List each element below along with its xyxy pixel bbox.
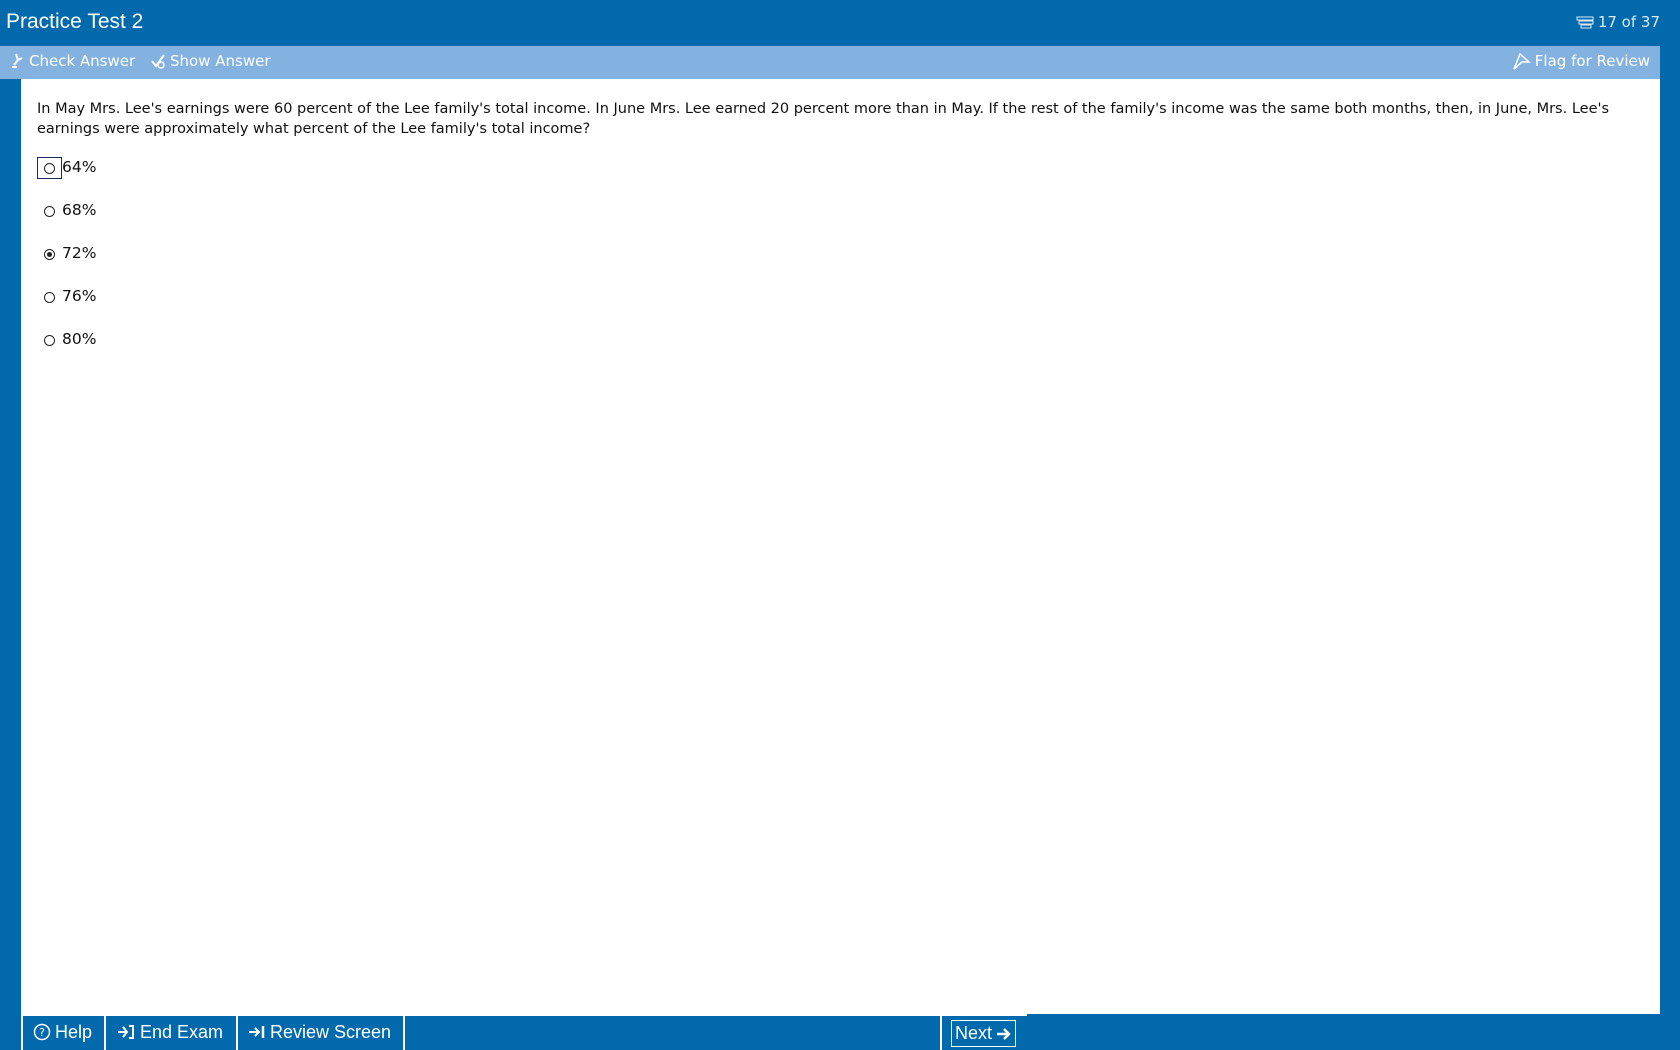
progress-text: 17 of 37 xyxy=(1597,13,1660,31)
check-answer-label: Check Answer xyxy=(29,52,136,70)
radio-button[interactable] xyxy=(37,157,62,179)
review-screen-icon xyxy=(248,1023,266,1041)
choice-64[interactable]: 64% xyxy=(37,157,96,200)
choice-label: 80% xyxy=(62,330,97,348)
choice-76[interactable]: 76% xyxy=(37,286,96,329)
review-screen-label: Review Screen xyxy=(270,1021,392,1042)
window-title: Practice Test 2 xyxy=(6,10,144,33)
check-answer-icon xyxy=(10,52,26,70)
end-exam-label: End Exam xyxy=(140,1021,224,1042)
help-button[interactable]: ? Help xyxy=(21,1014,104,1050)
check-answer-button[interactable]: Check Answer xyxy=(10,52,135,70)
choice-label: 68% xyxy=(62,201,97,219)
flag-for-review-label: Flag for Review xyxy=(1534,52,1650,70)
toolbar: Check Answer Show Answer Flag for Review xyxy=(0,46,1660,79)
flag-icon xyxy=(1512,52,1532,70)
radio-button-selected[interactable] xyxy=(37,243,62,265)
question-progress: 17 of 37 xyxy=(1576,13,1660,31)
review-screen-button[interactable]: Review Screen xyxy=(236,1014,405,1050)
choice-label: 72% xyxy=(62,244,97,262)
choice-72[interactable]: 72% xyxy=(37,243,96,286)
divider xyxy=(940,1014,942,1050)
list-icon xyxy=(1576,15,1594,29)
end-exam-button[interactable]: End Exam xyxy=(104,1014,236,1050)
show-answer-icon xyxy=(149,52,167,70)
radio-button[interactable] xyxy=(37,329,62,351)
next-button[interactable]: Next xyxy=(951,1020,1017,1047)
question-panel: In May Mrs. Lee's earnings were 60 perce… xyxy=(21,79,1660,1014)
radio-button[interactable] xyxy=(37,200,62,222)
choice-label: 64% xyxy=(62,158,97,176)
bottom-navigation-bar: ? Help End Exam Review Screen Next xyxy=(0,1014,1680,1050)
answer-choices: 64% 68% 72% 76% 80% xyxy=(37,157,96,372)
show-answer-button[interactable]: Show Answer xyxy=(149,52,271,70)
show-answer-label: Show Answer xyxy=(170,52,271,70)
help-icon: ? xyxy=(33,1023,51,1041)
end-exam-icon xyxy=(116,1023,136,1041)
choice-80[interactable]: 80% xyxy=(37,329,96,372)
arrow-right-icon xyxy=(996,1026,1012,1042)
help-label: Help xyxy=(55,1021,93,1042)
radio-button[interactable] xyxy=(37,286,62,308)
title-bar: Practice Test 2 17 of 37 xyxy=(0,0,1680,46)
choice-label: 76% xyxy=(62,287,97,305)
next-label: Next xyxy=(955,1023,993,1043)
choice-68[interactable]: 68% xyxy=(37,200,96,243)
svg-text:?: ? xyxy=(39,1026,45,1039)
question-text: In May Mrs. Lee's earnings were 60 perce… xyxy=(37,101,1610,137)
flag-for-review-button[interactable]: Flag for Review xyxy=(1512,52,1650,70)
